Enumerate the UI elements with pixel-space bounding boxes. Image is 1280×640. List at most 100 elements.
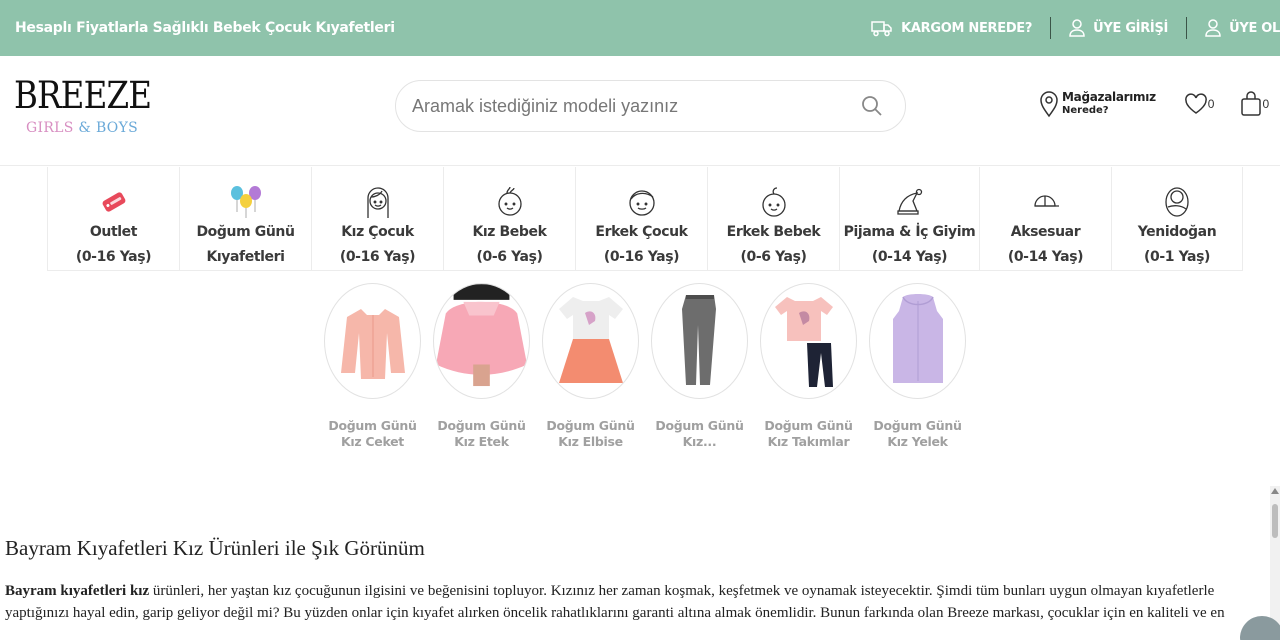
product-thumbnail [869, 283, 966, 399]
subcategory-label: Doğum Günü Kız Yelek [868, 418, 968, 450]
truck-icon [871, 21, 892, 37]
header: BREEZE GIRLS & BOYS Mağazalarımız Nerede… [0, 56, 1280, 166]
subcategory-label: Doğum Günü Kız Etek [432, 418, 532, 450]
top-links: KARGOM NEREDE? ÜYE GİRİŞİ ÜYE OL [871, 0, 1280, 56]
baby-boy-face-icon [761, 186, 786, 217]
subcategory-skirt[interactable]: Doğum Günü Kız Etek [427, 283, 536, 450]
store-line1: Mağazalarımız [1062, 90, 1156, 104]
logo-amp: & [78, 120, 92, 136]
search-input[interactable] [412, 95, 861, 117]
pink-jacket-image [340, 309, 405, 379]
header-actions: Mağazalarımız Nerede? 0 0 [1040, 90, 1269, 118]
register-link[interactable]: ÜYE OL [1205, 19, 1280, 37]
subcategory-label: Doğum Günü Kız Takımlar [759, 418, 859, 450]
category-age: (0-16 Yaş) [339, 249, 416, 265]
logo-brand: BREEZE [14, 74, 152, 117]
category-girl-child[interactable]: Kız Çocuk (0-16 Yaş) [311, 167, 443, 270]
swaddled-baby-icon [1165, 186, 1189, 217]
category-outlet[interactable]: Outlet (0-16 Yaş) [47, 167, 179, 270]
subcategory-line2: Kız Takımlar [767, 434, 850, 449]
sleep-cap-icon [896, 188, 922, 215]
product-thumbnail [760, 283, 857, 399]
search-bar [395, 80, 906, 132]
order-tracking-link[interactable]: KARGOM NEREDE? [871, 19, 1032, 37]
seo-article: Bayram Kıyafetleri Kız Ürünleri ile Şık … [5, 536, 1260, 624]
category-label: Aksesuar [1010, 224, 1081, 240]
subcategory-line1: Doğum Günü [546, 418, 635, 433]
subcategory-line2: Kız Etek [454, 434, 509, 449]
category-label: Kız Bebek [472, 224, 547, 240]
order-tracking-label: KARGOM NEREDE? [901, 20, 1033, 36]
page-scrollbar[interactable] [1270, 486, 1280, 640]
divider [1050, 17, 1052, 39]
map-pin-icon [1040, 91, 1058, 118]
logo-subtitle: GIRLS & BOYS [26, 120, 144, 136]
category-boy-child[interactable]: Erkek Çocuk (0-16 Yaş) [575, 167, 707, 270]
subcategory-sets[interactable]: Doğum Günü Kız Takımlar [754, 283, 863, 450]
category-label: Erkek Bebek [726, 224, 821, 240]
search-icon[interactable] [861, 95, 883, 117]
lilac-vest-image [892, 294, 943, 383]
subcategory-line2: Kız Yelek [887, 434, 948, 449]
subcategory-line1: Doğum Günü [764, 418, 853, 433]
category-age: Kıyafetleri [206, 249, 285, 265]
subcategory-dress[interactable]: Doğum Günü Kız Elbise [536, 283, 645, 450]
product-thumbnail [651, 283, 748, 399]
category-label: Pijama & İç Giyim [843, 224, 976, 240]
outlet-tag-icon [102, 191, 125, 212]
subcategory-trousers[interactable]: Doğum Günü Kız... [645, 283, 754, 450]
article-line2: yaptığınızı hayal edin, garip geliyor de… [5, 605, 1225, 621]
subcategory-jacket[interactable]: Doğum Günü Kız Ceket [318, 283, 427, 450]
subcategory-line2: Kız Elbise [558, 434, 623, 449]
product-thumbnail [542, 283, 639, 399]
category-birthday[interactable]: Doğum Günü Kıyafetleri [179, 167, 311, 270]
breeze-logo[interactable]: BREEZE GIRLS & BOYS [14, 74, 152, 137]
category-accessories[interactable]: Aksesuar (0-14 Yaş) [979, 167, 1111, 270]
subcategory-label: Doğum Günü Kız Elbise [541, 418, 641, 450]
cart-button[interactable]: 0 [1240, 91, 1269, 117]
subcategory-carousel: Doğum Günü Kız Ceket Doğum Günü Kız Etek D… [318, 283, 972, 450]
shopping-bag-icon [1241, 91, 1262, 116]
baby-girl-face-icon [497, 186, 522, 216]
login-link[interactable]: ÜYE GİRİŞİ [1069, 19, 1168, 37]
subcategory-line1: Doğum Günü [873, 418, 962, 433]
subcategory-line2: Kız Ceket [341, 434, 404, 449]
category-baby-girl[interactable]: Kız Bebek (0-6 Yaş) [443, 167, 575, 270]
category-age: (0-16 Yaş) [75, 249, 152, 265]
product-thumbnail [324, 283, 421, 399]
user-icon [1205, 19, 1221, 37]
cap-icon [1033, 194, 1059, 207]
category-age: (0-14 Yaş) [1007, 249, 1084, 265]
category-age: (0-16 Yaş) [603, 249, 680, 265]
girl-face-icon [366, 186, 389, 218]
pink-tutu-skirt-image [435, 284, 528, 387]
boy-face-icon [628, 189, 655, 216]
unicorn-dress-image [558, 297, 623, 383]
divider [1186, 17, 1188, 39]
category-age: (0-6 Yaş) [476, 249, 543, 265]
subcategory-vest[interactable]: Doğum Günü Kız Yelek [863, 283, 972, 450]
category-age: (0-6 Yaş) [740, 249, 807, 265]
article-bold-keyword: Bayram kıyafetleri kız [5, 583, 150, 599]
category-label: Doğum Günü [196, 224, 295, 240]
scrollbar-thumb[interactable] [1272, 504, 1278, 538]
subcategory-label: Doğum Günü Kız... [650, 418, 750, 450]
heart-icon [1184, 93, 1207, 114]
scroll-up-arrow-icon[interactable] [1271, 488, 1279, 494]
category-pajamas[interactable]: Pijama & İç Giyim (0-14 Yaş) [839, 167, 979, 270]
category-label: Kız Çocuk [341, 224, 414, 240]
article-paragraph: Bayram kıyafetleri kız ürünleri, her yaş… [5, 580, 1260, 624]
login-label: ÜYE GİRİŞİ [1093, 20, 1169, 36]
category-baby-boy[interactable]: Erkek Bebek (0-6 Yaş) [707, 167, 839, 270]
category-newborn[interactable]: Yenidoğan (0-1 Yaş) [1111, 167, 1243, 270]
user-icon [1069, 19, 1085, 37]
store-locator-link[interactable]: Mağazalarımız Nerede? [1040, 90, 1156, 118]
register-label: ÜYE OL [1229, 20, 1280, 36]
favorites-button[interactable]: 0 [1184, 93, 1214, 115]
store-locator-text: Mağazalarımız Nerede? [1062, 90, 1156, 118]
cart-count: 0 [1262, 97, 1270, 111]
unicorn-set-image [774, 297, 833, 387]
slogan-text: Hesaplı Fiyatlarla Sağlıklı Bebek Çocuk … [15, 20, 395, 36]
top-bar: Hesaplı Fiyatlarla Sağlıklı Bebek Çocuk … [0, 0, 1280, 56]
grey-trousers-image [681, 295, 716, 385]
